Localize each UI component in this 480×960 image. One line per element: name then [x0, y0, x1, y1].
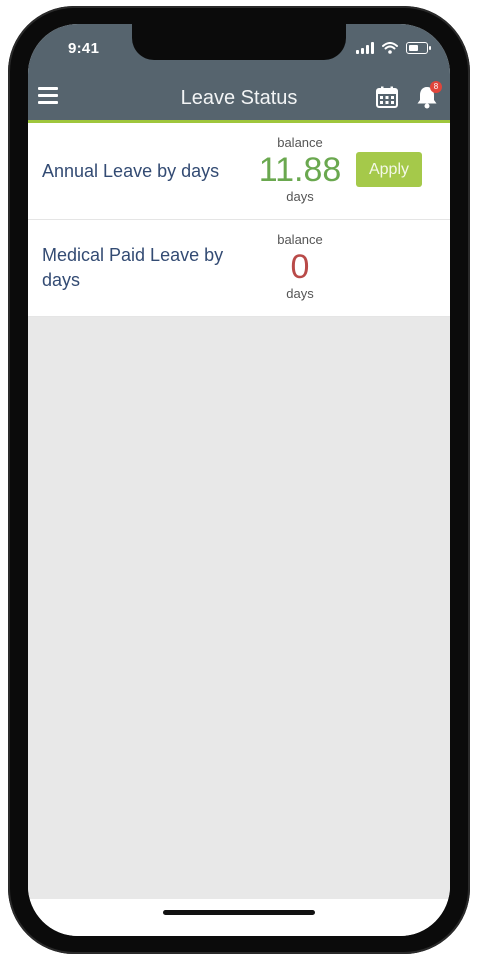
- leave-list: Annual Leave by days balance 11.88 days …: [28, 123, 450, 899]
- phone-frame: 9:41 Leave Status 8 Annual Leave by days…: [8, 6, 470, 954]
- leave-type-label: Annual Leave by days: [42, 160, 220, 181]
- balance-value: 11.88: [258, 151, 342, 189]
- battery-icon: [406, 42, 431, 54]
- leave-row-medical: Medical Paid Leave by days balance 0 day…: [28, 220, 450, 317]
- balance-label: balance: [277, 135, 323, 150]
- notification-badge: 8: [430, 81, 442, 93]
- wifi-icon: [382, 42, 398, 54]
- balance-unit: days: [286, 189, 314, 204]
- signal-icon: [356, 42, 374, 54]
- balance-box: balance 11.88 days: [250, 135, 350, 205]
- device-notch: [132, 24, 346, 60]
- status-icons: [356, 42, 431, 54]
- home-indicator-area: [28, 899, 450, 936]
- balance-unit: days: [286, 286, 314, 301]
- bell-icon[interactable]: 8: [414, 81, 442, 110]
- apply-button[interactable]: Apply: [356, 152, 422, 187]
- calendar-icon[interactable]: [375, 85, 399, 109]
- balance-value: 0: [290, 248, 310, 286]
- status-bar: 9:41: [28, 24, 450, 76]
- balance-box: balance 0 days: [250, 232, 350, 302]
- leave-type-label: Medical Paid Leave by days: [42, 245, 224, 290]
- leave-row-annual: Annual Leave by days balance 11.88 days …: [28, 123, 450, 220]
- home-indicator[interactable]: [163, 910, 315, 915]
- app-header: Leave Status 8: [28, 76, 450, 123]
- status-time: 9:41: [68, 40, 100, 57]
- app-screen: 9:41 Leave Status 8 Annual Leave by days…: [28, 24, 450, 936]
- balance-label: balance: [277, 232, 323, 247]
